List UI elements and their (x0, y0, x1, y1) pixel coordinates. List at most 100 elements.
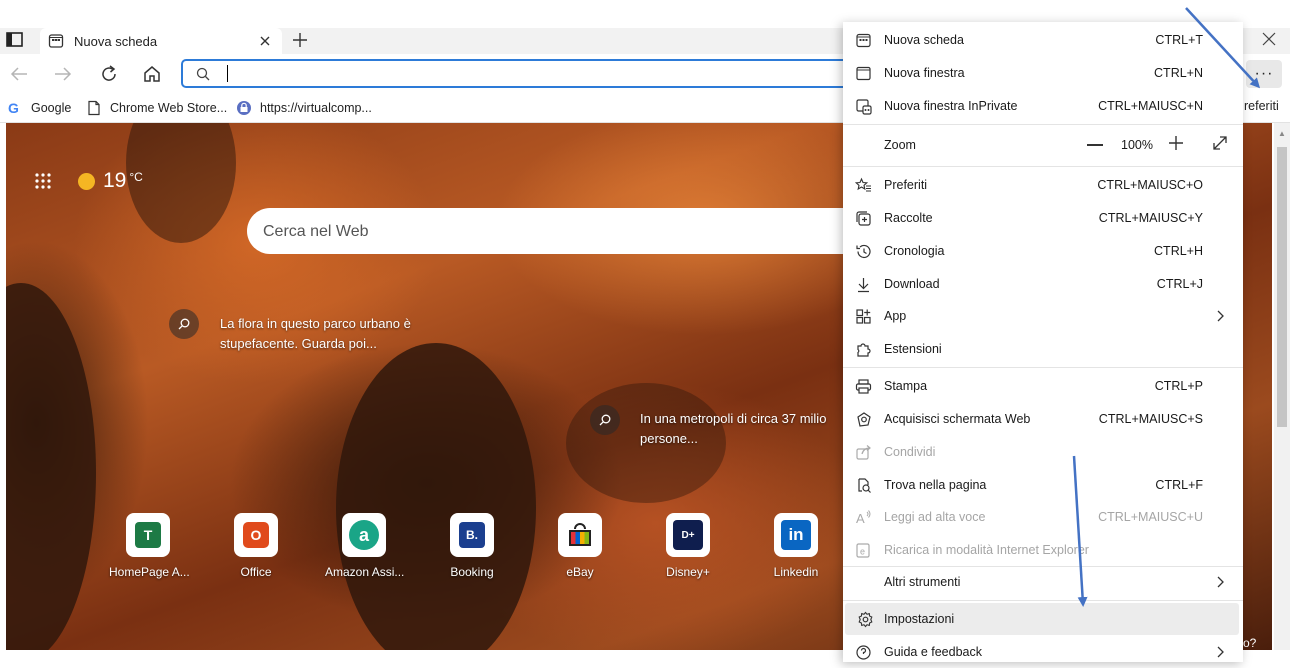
menu-item-label: Condividi (884, 445, 936, 459)
favorite-virtualcomp[interactable]: https://virtualcomp... (236, 98, 372, 118)
new-tab-icon (855, 32, 872, 49)
quick-link-linkedin[interactable]: in Linkedin (757, 513, 835, 579)
collections-icon (855, 210, 872, 227)
menu-item-share[interactable]: Condividi (843, 436, 1243, 468)
menu-item-favorites[interactable]: Preferiti CTRL+MAIUSC+O (843, 169, 1243, 201)
menu-item-ie-mode[interactable]: e Ricarica in modalità Internet Explorer (843, 534, 1243, 566)
menu-item-label: Estensioni (884, 342, 942, 356)
svg-text:A: A (856, 511, 865, 526)
menu-item-label: Acquisisci schermata Web (884, 412, 1031, 426)
apps-icon (855, 308, 872, 325)
menu-item-label: Stampa (884, 379, 928, 393)
quick-link-office[interactable]: O Office (217, 513, 295, 579)
apps-grid-icon[interactable] (34, 172, 52, 190)
menu-item-shortcut: CTRL+MAIUSC+O (1097, 178, 1203, 192)
menu-item-inprivate-window[interactable]: Nuova finestra InPrivate CTRL+MAIUSC+N (843, 90, 1243, 122)
ebay-logo-icon (566, 521, 594, 549)
menu-item-new-window[interactable]: Nuova finestra CTRL+N (843, 57, 1243, 89)
new-tab-page-icon (48, 33, 64, 49)
menu-divider (843, 600, 1243, 601)
search-icon (178, 318, 190, 330)
back-arrow-icon[interactable] (8, 63, 30, 85)
ie-mode-icon: e (855, 542, 872, 559)
quick-link-label: HomePage A... (109, 565, 190, 579)
inprivate-icon (855, 98, 872, 115)
find-icon (855, 477, 872, 494)
zoom-out-button[interactable] (1087, 144, 1103, 146)
new-tab-button[interactable] (290, 30, 310, 50)
settings-and-more-button[interactable]: ··· (1246, 60, 1282, 88)
hotspot-line: stupefacente. Guarda poi... (220, 336, 377, 351)
home-icon[interactable] (141, 63, 163, 85)
menu-item-label: Nuova finestra InPrivate (884, 99, 1018, 113)
menu-item-shortcut: CTRL+MAIUSC+Y (1098, 211, 1203, 225)
tree-trunk-decoration (336, 343, 536, 650)
forward-arrow-icon[interactable] (52, 63, 74, 85)
refresh-icon[interactable] (98, 63, 120, 85)
extensions-icon (855, 341, 872, 358)
help-icon (855, 644, 872, 661)
menu-item-print[interactable]: Stampa CTRL+P (843, 370, 1243, 402)
web-search-box[interactable]: Cerca nel Web (247, 208, 867, 254)
menu-item-collections[interactable]: Raccolte CTRL+MAIUSC+Y (843, 202, 1243, 234)
print-icon (855, 378, 872, 395)
menu-item-label: Download (884, 277, 940, 291)
menu-item-label: Zoom (884, 138, 916, 152)
favorite-google[interactable]: G Google (7, 98, 71, 118)
quick-link-disney[interactable]: D+ Disney+ (649, 513, 727, 579)
temperature-unit: °C (129, 170, 143, 184)
new-window-icon (855, 65, 872, 82)
menu-item-shortcut: CTRL+J (1156, 277, 1203, 291)
other-favorites-label[interactable]: referiti (1244, 99, 1279, 113)
close-tab-icon[interactable] (256, 32, 274, 50)
menu-item-more-tools[interactable]: Altri strumenti (843, 566, 1243, 598)
more-dots-icon: ··· (1254, 65, 1274, 82)
menu-item-label: Ricarica in modalità Internet Explorer (884, 543, 1089, 557)
quick-link-amazon[interactable]: a Amazon Assi... (325, 513, 404, 579)
zoom-in-button[interactable] (1167, 134, 1185, 152)
menu-item-new-tab[interactable]: Nuova scheda CTRL+T (843, 24, 1243, 56)
weather-widget[interactable]: 19 °C (34, 169, 143, 193)
quick-link-booking[interactable]: B. Booking (433, 513, 511, 579)
temperature: 19 (103, 169, 127, 192)
menu-item-extensions[interactable]: Estensioni (843, 333, 1243, 365)
homepage-logo-icon: T (135, 522, 161, 548)
menu-item-apps[interactable]: App (843, 300, 1243, 332)
tab-actions-icon[interactable] (6, 32, 24, 48)
quick-link-label: Booking (450, 565, 494, 579)
scroll-up-icon[interactable]: ▲ (1278, 129, 1286, 138)
menu-item-find-in-page[interactable]: Trova nella pagina CTRL+F (843, 469, 1243, 501)
favorite-chrome-web-store[interactable]: Chrome Web Store... (86, 98, 227, 118)
quick-link-homepage[interactable]: T HomePage A... (109, 513, 190, 579)
menu-item-label: Cronologia (884, 244, 945, 258)
menu-item-read-aloud[interactable]: A Leggi ad alta voce CTRL+MAIUSC+U (843, 501, 1243, 533)
menu-item-label: Impostazioni (884, 612, 955, 626)
hotspot-button[interactable] (169, 309, 199, 339)
menu-item-help-feedback[interactable]: Guida e feedback (843, 636, 1243, 668)
quick-link-ebay[interactable]: eBay (541, 513, 619, 579)
address-bar[interactable] (181, 59, 861, 88)
hotspot-button[interactable] (590, 405, 620, 435)
menu-item-shortcut: CTRL+P (1154, 379, 1203, 393)
scrollbar-thumb[interactable] (1277, 147, 1287, 427)
google-icon: G (7, 100, 23, 116)
menu-item-web-capture[interactable]: Acquisisci schermata Web CTRL+MAIUSC+S (843, 403, 1243, 435)
amazon-logo-icon: a (349, 520, 379, 550)
page-scrollbar[interactable]: ▲ (1274, 123, 1290, 650)
menu-item-shortcut: CTRL+MAIUSC+N (1098, 99, 1203, 113)
fullscreen-icon[interactable] (1211, 134, 1229, 152)
tab-title: Nuova scheda (74, 33, 158, 49)
menu-item-download[interactable]: Download CTRL+J (843, 268, 1243, 300)
menu-item-label: Altri strumenti (884, 575, 961, 589)
chevron-right-icon (1215, 645, 1227, 659)
window-close-icon[interactable] (1260, 30, 1278, 48)
menu-item-label: Trova nella pagina (884, 478, 987, 492)
tree-trunk-decoration (6, 283, 96, 650)
tab-new-tab[interactable]: Nuova scheda (40, 28, 282, 54)
menu-item-history[interactable]: Cronologia CTRL+H (843, 235, 1243, 267)
favorite-label: https://virtualcomp... (260, 101, 372, 115)
hotspot-text[interactable]: In una metropoli di circa 37 milio perso… (640, 409, 826, 449)
menu-item-settings[interactable]: Impostazioni (845, 603, 1239, 635)
hotspot-text[interactable]: La flora in questo parco urbano è stupef… (220, 314, 411, 354)
svg-text:G: G (8, 100, 19, 116)
